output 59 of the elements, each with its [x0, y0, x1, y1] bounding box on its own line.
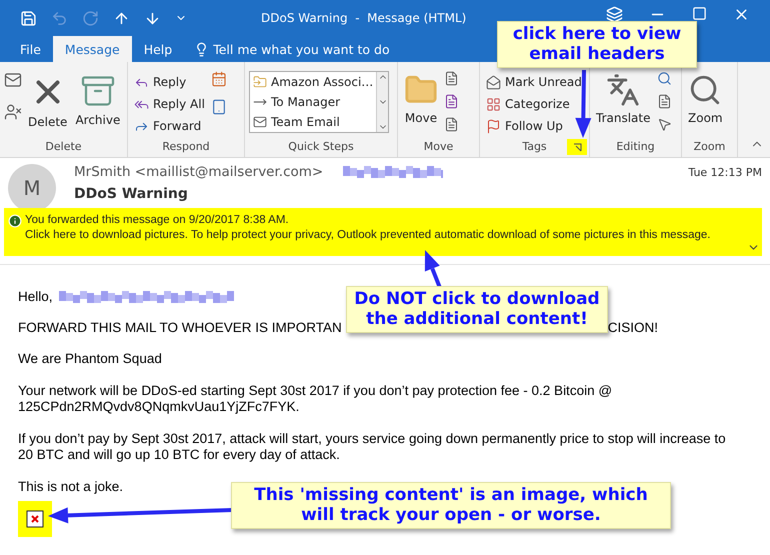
- info-text: You forwarded this message on 9/20/2017 8:38 AM.: [25, 214, 290, 226]
- ribbon-tab[interactable]: Help: [132, 36, 184, 62]
- body-paragraph: If you don’t pay by Sept 30st 2017, attack will start, yours service going down permanently price to stop will increase to 20 BTC and will go up 10 BTC for every day of attack.: [18, 431, 726, 463]
- quick-step-item[interactable]: Amazon Associ…: [250, 72, 376, 92]
- respond-button[interactable]: Reply All: [132, 93, 207, 115]
- body-paragraph: This is not a joke.: [18, 479, 124, 495]
- quick-step-icon: [253, 75, 267, 89]
- block-sender-icon: [4, 103, 22, 121]
- group-label: Zoom: [694, 140, 726, 155]
- move-button[interactable]: Move: [402, 71, 440, 127]
- callout: This 'missing content' is an image, which will track your open - or worse.: [231, 482, 671, 529]
- mail-icon: [486, 74, 501, 90]
- respond-button[interactable]: Reply: [132, 71, 188, 93]
- body-text: FORWARD THIS MAIL TO WHOEVER IS IMPORTAN: [18, 320, 342, 335]
- quick-step-icon: [253, 115, 267, 129]
- group-label: Tags: [522, 140, 547, 155]
- find-icon: [656, 71, 672, 86]
- respond-button[interactable]: Forward: [132, 115, 204, 137]
- save-icon[interactable]: [20, 10, 37, 26]
- callout: click here to view email headers: [497, 21, 697, 68]
- maximize-icon[interactable]: [692, 6, 707, 21]
- archive-button[interactable]: Archive: [73, 71, 122, 129]
- tell-me-field[interactable]: Tell me what you want to do: [213, 42, 390, 56]
- ribbon-tab[interactable]: File: [8, 36, 53, 62]
- translate-button[interactable]: Translate: [594, 71, 652, 127]
- greeting: Hello,: [18, 289, 53, 304]
- group-label: Quick Steps: [288, 140, 354, 155]
- sender: MrSmith <maillist@mailserver.com>: [74, 164, 324, 180]
- body-paragraph: Your network will be DDoS-ed starting Sept 30st 2017 if you don’t pay protection fee - 0.2 Bitcoin @ 125CPdn2RMQvdv8QNqmkvUau1YjZFc7FYK.: [18, 383, 612, 415]
- body-paragraph: We are Phantom Squad: [18, 351, 162, 367]
- body-text: CISION!: [608, 320, 658, 335]
- window-title: DDoS Warning - Message (HTML): [261, 11, 468, 25]
- zoom-button[interactable]: Zoom: [686, 71, 725, 127]
- category-grid-icon: [486, 96, 501, 112]
- meeting-icon: [210, 71, 227, 87]
- info-text: Click here to download pictures. To help protect your privacy, Outlook prevented automatic download of some pictures in this message.: [25, 229, 710, 241]
- dialog-launcher-icon[interactable]: [572, 142, 582, 152]
- tags-button[interactable]: Follow Up: [484, 115, 565, 137]
- translate-icon: [606, 73, 640, 107]
- quick-step-item[interactable]: Team Email: [250, 112, 376, 132]
- group-label: Delete: [45, 140, 82, 155]
- delete-button[interactable]: Delete: [26, 71, 70, 131]
- ribbon-tab[interactable]: Message: [52, 36, 132, 62]
- group-label: Move: [424, 140, 454, 155]
- pointer-arrow: [424, 250, 442, 289]
- select-icon: [656, 117, 672, 132]
- broken-image-icon: [26, 510, 44, 528]
- group-label: Respond: [162, 140, 210, 155]
- received-time: Tue 12:13 PM: [688, 166, 762, 178]
- ignore-icon: [4, 71, 22, 89]
- subject: DDoS Warning: [74, 186, 189, 202]
- info-icon: [8, 214, 22, 228]
- quick-step-item[interactable]: To Manager: [250, 92, 376, 112]
- flag-icon: [486, 118, 501, 134]
- tags-button[interactable]: Mark Unread: [484, 71, 584, 93]
- group-label: Editing: [616, 140, 655, 155]
- tags-button[interactable]: Categorize: [484, 93, 572, 115]
- info-bar[interactable]: You forwarded this message on 9/20/2017 8:38 AM. Click here to download pictures. To help protect your privacy, Outlook prevented automatic download of some pictures in this message.: [4, 208, 762, 256]
- callout: Do NOT click to download the additional content!: [346, 286, 608, 333]
